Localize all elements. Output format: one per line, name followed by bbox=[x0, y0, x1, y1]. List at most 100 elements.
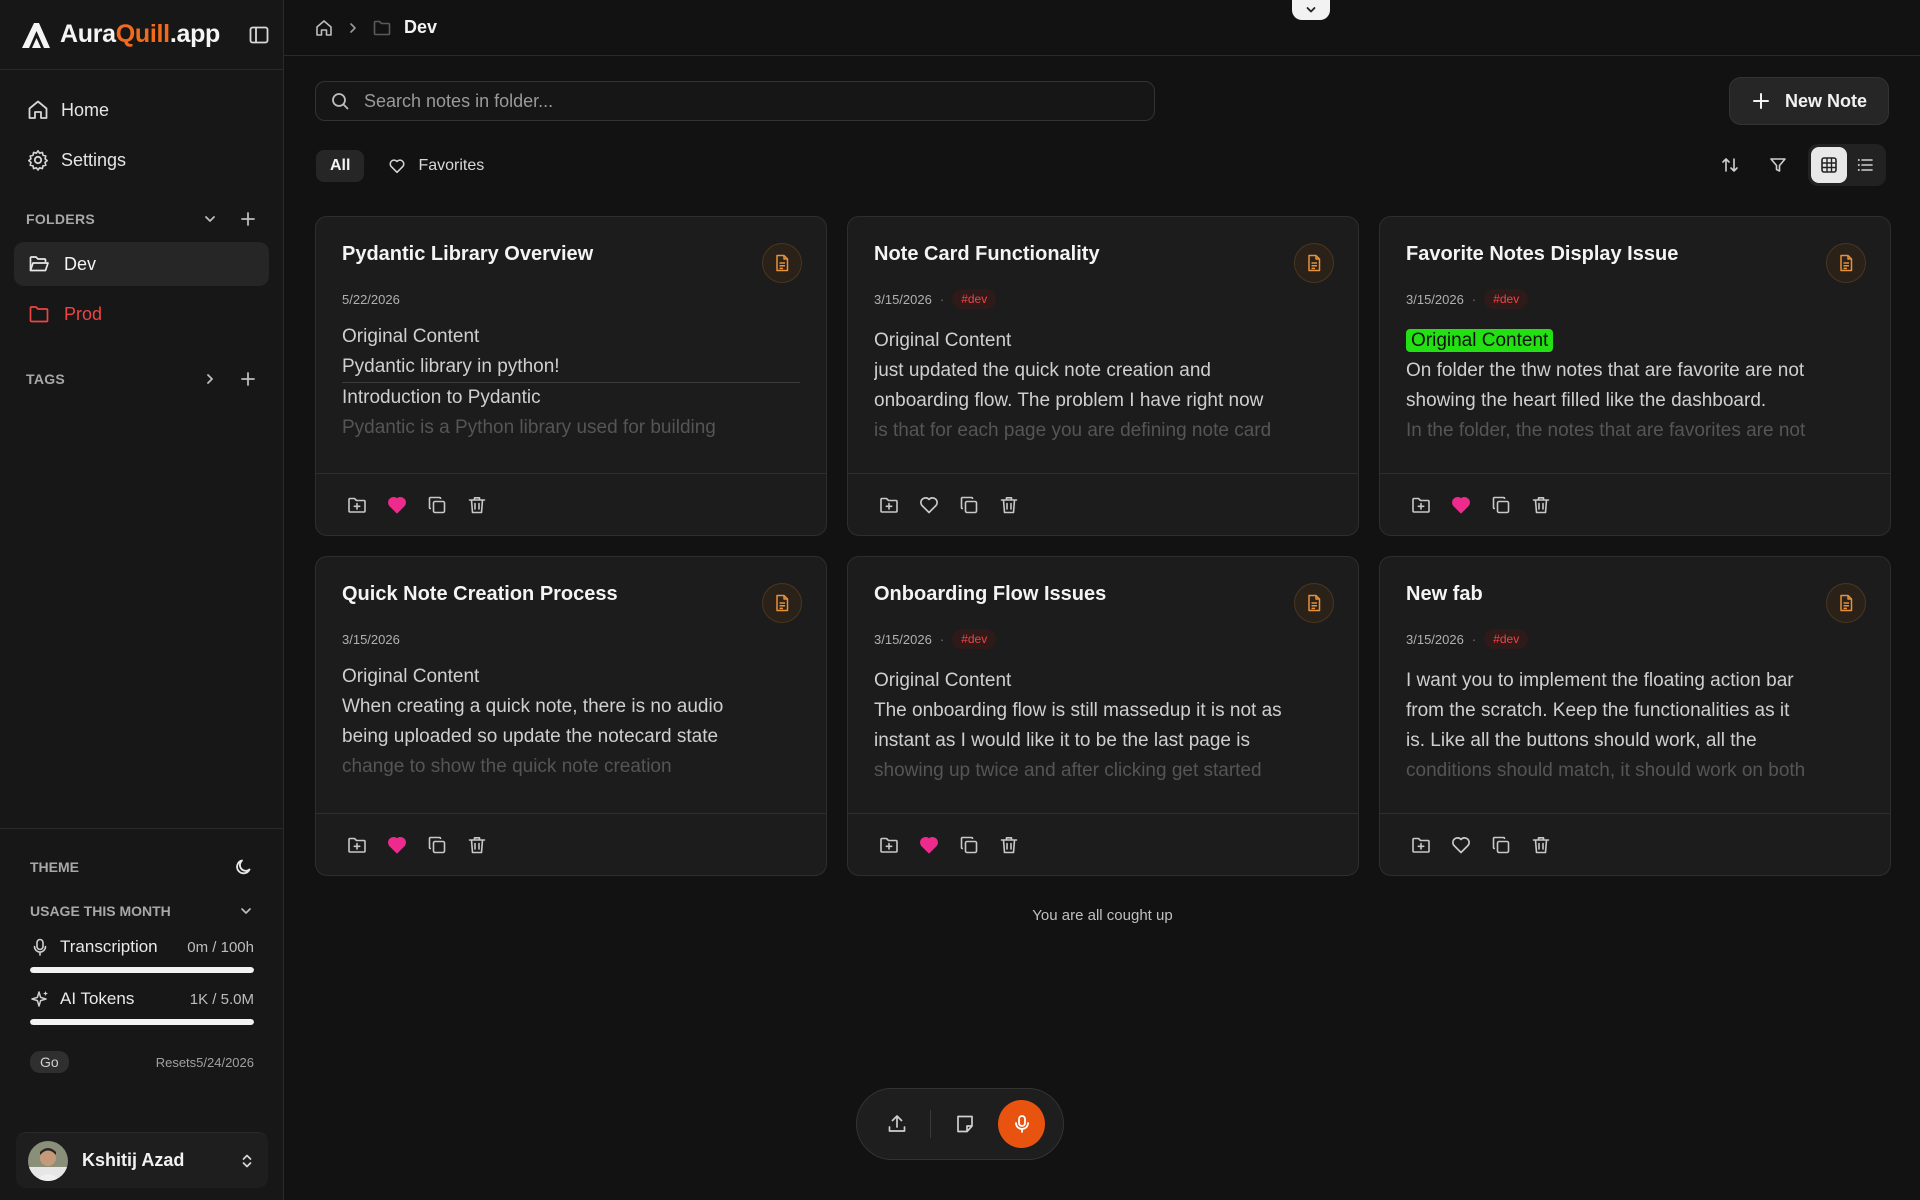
tag-badge[interactable]: #dev bbox=[1484, 289, 1529, 309]
move-to-folder-icon[interactable] bbox=[346, 494, 368, 516]
add-tag-icon[interactable] bbox=[239, 370, 257, 388]
tag-badge[interactable]: #dev bbox=[952, 289, 997, 309]
list-view-button[interactable] bbox=[1847, 147, 1883, 183]
usage-ai-tokens: AI Tokens 1K / 5.0M bbox=[0, 989, 284, 1009]
move-to-folder-icon[interactable] bbox=[1410, 494, 1432, 516]
copy-icon[interactable] bbox=[1490, 494, 1512, 516]
preview-text: is that for each page you are defining n… bbox=[874, 420, 1272, 441]
trash-icon[interactable] bbox=[998, 494, 1020, 516]
copy-icon[interactable] bbox=[1490, 834, 1512, 856]
home-icon[interactable] bbox=[314, 18, 334, 38]
user-menu[interactable]: Kshitij Azad bbox=[16, 1132, 268, 1188]
move-to-folder-icon[interactable] bbox=[878, 834, 900, 856]
heart-filled-icon[interactable] bbox=[386, 494, 408, 516]
move-to-folder-icon[interactable] bbox=[1410, 834, 1432, 856]
grid-view-button[interactable] bbox=[1811, 147, 1847, 183]
folder-item-dev[interactable]: Dev bbox=[14, 242, 269, 286]
copy-icon[interactable] bbox=[426, 494, 448, 516]
brand[interactable]: AuraQuill.app bbox=[0, 0, 283, 70]
preview-text: conditions should match, it should work … bbox=[1406, 760, 1806, 781]
trash-icon[interactable] bbox=[998, 834, 1020, 856]
new-note-label: New Note bbox=[1784, 90, 1867, 111]
filter-button[interactable] bbox=[1760, 147, 1796, 183]
chevron-right-icon[interactable] bbox=[201, 370, 219, 388]
note-card-actions bbox=[1380, 813, 1890, 875]
trash-icon[interactable] bbox=[1530, 494, 1552, 516]
usage-transcription-amount: 0m / 100h bbox=[187, 938, 254, 956]
view-tools bbox=[1700, 144, 1886, 186]
heart-icon[interactable] bbox=[1450, 834, 1472, 856]
note-card[interactable]: Pydantic Library Overview 5/22/2026 Orig… bbox=[315, 216, 827, 536]
sidebar-toggle-icon[interactable] bbox=[248, 24, 270, 46]
new-note-button[interactable]: New Note bbox=[1729, 77, 1889, 125]
user-name: Kshitij Azad bbox=[82, 1150, 185, 1170]
note-card[interactable]: Quick Note Creation Process 3/15/2026 Or… bbox=[315, 556, 827, 876]
usage-transcription: Transcription 0m / 100h bbox=[0, 937, 284, 957]
heart-filled-icon[interactable] bbox=[1450, 494, 1472, 516]
note-card-actions bbox=[316, 813, 826, 875]
tag-badge[interactable]: #dev bbox=[952, 629, 997, 649]
usage-header[interactable]: USAGE THIS MONTH bbox=[0, 903, 284, 919]
folder-list: Dev Prod bbox=[0, 232, 283, 336]
plan-badge[interactable]: Go bbox=[30, 1051, 69, 1073]
heart-icon[interactable] bbox=[918, 494, 940, 516]
theme-label: THEME bbox=[30, 859, 79, 875]
filter-all[interactable]: All bbox=[316, 150, 365, 182]
add-folder-icon[interactable] bbox=[239, 210, 257, 228]
sort-button[interactable] bbox=[1712, 147, 1748, 183]
preview-text: When creating a quick note, there is no … bbox=[342, 696, 724, 717]
upload-button[interactable] bbox=[875, 1102, 918, 1146]
tags-title: TAGS bbox=[26, 371, 66, 387]
note-meta: 3/15/2026 · #dev bbox=[874, 628, 1332, 650]
document-icon bbox=[762, 243, 802, 283]
folder-label: Dev bbox=[64, 253, 97, 274]
chevron-down-icon[interactable] bbox=[238, 903, 254, 919]
heart-filled-icon[interactable] bbox=[918, 834, 940, 856]
preview-line: onboarding flow. The problem I have righ… bbox=[874, 386, 1332, 416]
folder-label: Prod bbox=[64, 303, 103, 324]
note-card[interactable]: Favorite Notes Display Issue 3/15/2026 · #… bbox=[1379, 216, 1891, 536]
heart-filled-icon[interactable] bbox=[386, 834, 408, 856]
preview-line: When creating a quick note, there is no … bbox=[342, 692, 800, 722]
preview-text: I want you to implement the floating act… bbox=[1406, 670, 1794, 691]
chevron-down-icon[interactable] bbox=[201, 210, 219, 228]
note-card[interactable]: New fab 3/15/2026 · #dev I want you to imp… bbox=[1379, 556, 1891, 876]
microphone-icon bbox=[33, 938, 47, 956]
note-card-body: Note Card Functionality 3/15/2026 · #dev O… bbox=[848, 217, 1358, 475]
trash-icon[interactable] bbox=[1530, 834, 1552, 856]
document-icon bbox=[762, 583, 802, 623]
folder-item-prod[interactable]: Prod bbox=[14, 292, 269, 336]
copy-icon[interactable] bbox=[958, 494, 980, 516]
preview-line: I want you to implement the floating act… bbox=[1406, 666, 1864, 696]
quick-note-button[interactable] bbox=[943, 1102, 986, 1146]
trash-icon[interactable] bbox=[466, 834, 488, 856]
copy-icon[interactable] bbox=[958, 834, 980, 856]
moon-icon[interactable] bbox=[234, 857, 254, 877]
upload-icon bbox=[888, 1115, 905, 1132]
document-icon bbox=[1826, 583, 1866, 623]
pull-down-tab[interactable] bbox=[1292, 0, 1330, 20]
move-to-folder-icon[interactable] bbox=[346, 834, 368, 856]
nav-settings[interactable]: Settings bbox=[14, 138, 269, 182]
brand-name: AuraQuill.app bbox=[60, 20, 221, 48]
note-preview: Original Content When creating a quick no… bbox=[342, 662, 800, 782]
record-button[interactable] bbox=[998, 1100, 1045, 1148]
copy-icon[interactable] bbox=[426, 834, 448, 856]
trash-icon[interactable] bbox=[466, 494, 488, 516]
end-of-list-message: You are all cought up bbox=[1032, 907, 1173, 924]
note-title: Note Card Functionality bbox=[874, 243, 1100, 265]
filter-favorites[interactable]: Favorites bbox=[374, 150, 498, 182]
nav-home[interactable]: Home bbox=[14, 88, 269, 132]
note-card[interactable]: Note Card Functionality 3/15/2026 · #dev O… bbox=[847, 216, 1359, 536]
preview-line: The onboarding flow is still massedup it… bbox=[874, 696, 1332, 726]
preview-line: conditions should match, it should work … bbox=[1406, 756, 1864, 786]
preview-text: showing up twice and after clicking get … bbox=[874, 760, 1262, 781]
note-card-actions bbox=[848, 813, 1358, 875]
filter-icon bbox=[1770, 158, 1786, 172]
resets-date: Resets5/24/2026 bbox=[155, 1054, 254, 1070]
note-card[interactable]: Onboarding Flow Issues 3/15/2026 · #dev Or… bbox=[847, 556, 1359, 876]
tag-badge[interactable]: #dev bbox=[1484, 629, 1529, 649]
document-icon bbox=[1294, 243, 1334, 283]
search-input[interactable] bbox=[364, 90, 1140, 112]
move-to-folder-icon[interactable] bbox=[878, 494, 900, 516]
